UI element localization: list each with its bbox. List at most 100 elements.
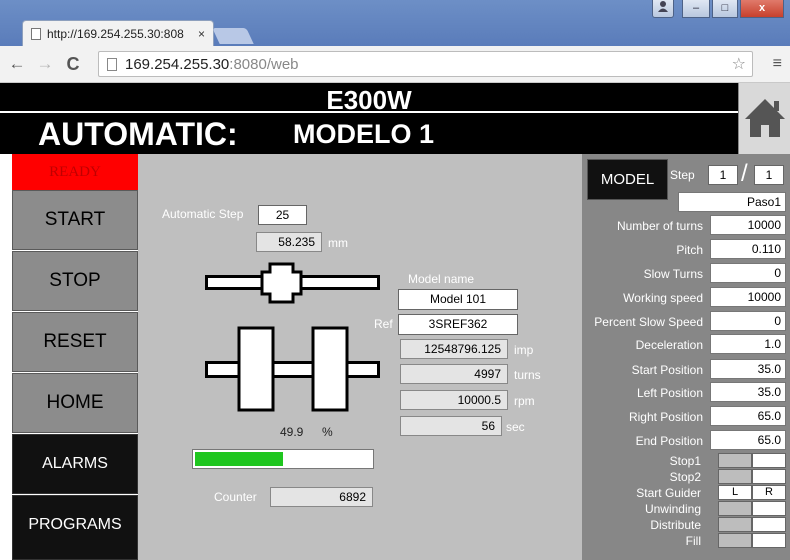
address-bar[interactable]: 169.254.255.30 :8080/web ☆ xyxy=(98,51,753,77)
url-path: :8080/web xyxy=(229,55,299,73)
seconds-readout: 56 xyxy=(400,416,502,436)
step-separator: / xyxy=(741,160,748,187)
indicator-label: Stop2 xyxy=(669,470,701,484)
indicator-label: Fill xyxy=(685,534,701,548)
progress-percent: 49.9 xyxy=(280,425,304,439)
indicator-label: Stop1 xyxy=(669,454,701,468)
indicator-lamp-right xyxy=(752,533,786,548)
indicator-lamp-left xyxy=(718,533,752,548)
guide-carriage-diagram xyxy=(205,262,380,304)
indicator-lamp-left: L xyxy=(718,485,752,500)
indicator-lamp-right xyxy=(752,501,786,516)
impulse-readout: 12548796.125 xyxy=(400,339,508,359)
tab-close-icon[interactable]: × xyxy=(198,27,205,41)
menu-icon[interactable]: ≡ xyxy=(773,55,782,73)
turns-readout: 4997 xyxy=(400,364,508,384)
progress-bar xyxy=(192,449,374,469)
automatic-step-value: 25 xyxy=(258,205,307,225)
hmi-header: E300W AUTOMATIC: MODELO 1 xyxy=(0,83,790,154)
step-total-field: 1 xyxy=(754,165,784,185)
status-ready: READY xyxy=(12,154,138,190)
home-button[interactable] xyxy=(738,83,790,154)
browser-toolbar: ← → C 169.254.255.30 :8080/web ☆ ≡ xyxy=(0,46,790,83)
step-current-field[interactable]: 1 xyxy=(708,165,738,185)
new-tab-button[interactable] xyxy=(212,28,254,44)
param-label: Deceleration xyxy=(635,338,703,352)
progress-bar-fill xyxy=(195,452,283,466)
spool-flange-right xyxy=(311,326,349,412)
reload-icon[interactable]: C xyxy=(62,54,84,75)
indicator-label: Distribute xyxy=(650,518,701,532)
indicator-lamp-right: R xyxy=(752,485,786,500)
minimize-button[interactable]: – xyxy=(682,0,710,18)
counter-label: Counter xyxy=(214,490,257,504)
window-controls: – □ x xyxy=(652,0,784,18)
rpm-readout: 10000.5 xyxy=(400,390,508,410)
indicator-label: Unwinding xyxy=(644,502,701,516)
model-name-field: Model 101 xyxy=(398,289,518,310)
guide-carriage xyxy=(260,262,303,304)
forward-arrow-icon[interactable]: → xyxy=(34,54,56,74)
indicator-lamp-left xyxy=(718,517,752,532)
back-arrow-icon[interactable]: ← xyxy=(6,54,28,74)
progress-percent-unit: % xyxy=(322,425,333,439)
indicator-lamp-left xyxy=(718,501,752,516)
rpm-unit: rpm xyxy=(514,394,535,408)
mode-label: AUTOMATIC: xyxy=(38,116,238,152)
param-label: Slow Turns xyxy=(643,267,703,281)
browser-titlebar: http://169.254.255.30:808 × – □ x xyxy=(0,0,790,46)
param-value-field[interactable]: 0 xyxy=(710,311,786,331)
param-label: End Position xyxy=(635,434,703,448)
tab-title: http://169.254.255.30:808 xyxy=(47,26,184,41)
header-divider xyxy=(0,111,738,113)
user-icon[interactable] xyxy=(652,0,674,18)
ref-label: Ref xyxy=(374,317,393,331)
programs-button[interactable]: PROGRAMS xyxy=(12,495,138,560)
param-value-field[interactable]: 65.0 xyxy=(710,430,786,450)
position-unit: mm xyxy=(328,236,348,250)
param-label: Right Position xyxy=(628,410,703,424)
ref-field: 3SREF362 xyxy=(398,314,518,335)
param-value-field[interactable]: 35.0 xyxy=(710,382,786,402)
active-model-label: MODELO 1 xyxy=(293,119,435,149)
indicator-lamp-left xyxy=(718,453,752,468)
param-value-field[interactable]: 35.0 xyxy=(710,359,786,379)
spool-diagram xyxy=(205,326,380,412)
reset-button[interactable]: RESET xyxy=(12,312,138,372)
indicator-lamp-right xyxy=(752,517,786,532)
param-label: Pitch xyxy=(676,243,703,257)
model-name-label: Model name xyxy=(408,272,475,286)
indicator-lamp-right xyxy=(752,453,786,468)
seconds-unit: sec xyxy=(506,420,525,434)
param-value-field[interactable]: 10000 xyxy=(710,287,786,307)
param-label: Number of turns xyxy=(616,219,703,233)
param-value-field[interactable]: 1.0 xyxy=(710,334,786,354)
indicator-label: Start Guider xyxy=(636,486,701,500)
param-label: Left Position xyxy=(636,386,703,400)
impulse-unit: imp xyxy=(514,343,534,357)
alarms-button[interactable]: ALARMS xyxy=(12,434,138,494)
start-button[interactable]: START xyxy=(12,190,138,250)
maximize-button[interactable]: □ xyxy=(712,0,738,18)
indicator-lamp-left xyxy=(718,469,752,484)
position-readout: 58.235 xyxy=(256,232,322,252)
param-value-field[interactable]: 65.0 xyxy=(710,406,786,426)
close-window-button[interactable]: x xyxy=(740,0,784,18)
param-value-field[interactable]: 0 xyxy=(710,263,786,283)
bookmark-star-icon[interactable]: ☆ xyxy=(732,54,746,74)
page-icon xyxy=(31,27,41,40)
browser-tab[interactable]: http://169.254.255.30:808 × xyxy=(22,20,214,46)
url-host: 169.254.255.30 xyxy=(125,55,230,73)
model-button[interactable]: MODEL xyxy=(587,159,668,200)
counter-readout: 6892 xyxy=(270,487,373,507)
automatic-step-label: Automatic Step xyxy=(162,207,244,221)
page-icon xyxy=(107,57,117,71)
param-value-field[interactable]: 10000 xyxy=(710,215,786,235)
home-cycle-button[interactable]: HOME xyxy=(12,373,138,433)
stop-button[interactable]: STOP xyxy=(12,251,138,311)
step-name-field[interactable]: Paso1 xyxy=(678,192,786,212)
home-icon xyxy=(745,99,785,137)
param-label: Working speed xyxy=(623,291,703,305)
param-value-field[interactable]: 0.110 xyxy=(710,239,786,259)
spool-shaft xyxy=(205,361,380,378)
